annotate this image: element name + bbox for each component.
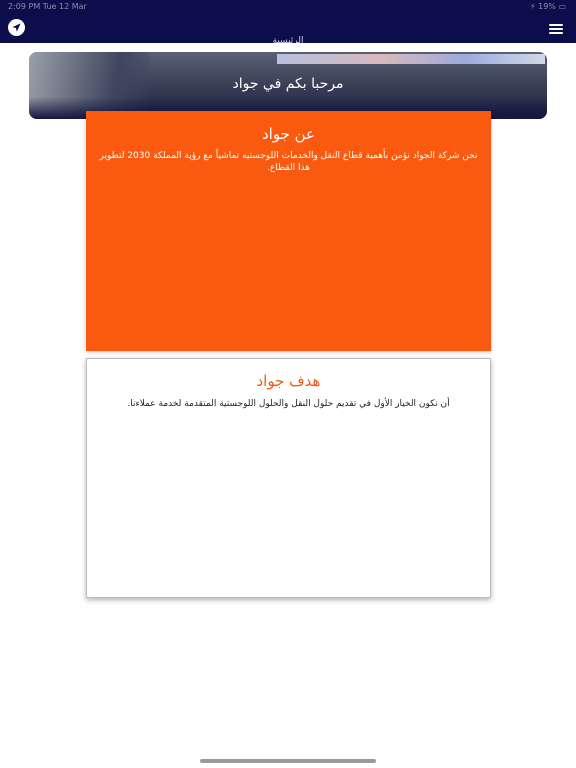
- banner-truck-stripe: [277, 54, 545, 64]
- about-body: نحن شركة الجواد نؤمن بأهمية قطاع النقل و…: [99, 151, 478, 173]
- menu-button[interactable]: [549, 24, 563, 34]
- goal-body: أن نكون الخيار الأول في تقديم حلول النقل…: [127, 399, 450, 409]
- hamburger-menu-icon: [549, 24, 563, 26]
- about-title: عن جواد: [261, 125, 315, 143]
- app-screen: 2:09 PM Tue 12 Mar ⚡ 19% ▭ الرئيسية مرحب…: [0, 0, 576, 768]
- goal-card: هدف جواد أن نكون الخيار الأول في تقديم ح…: [86, 358, 491, 598]
- hamburger-menu-icon: [549, 28, 563, 30]
- navigation-arrow-icon: [12, 23, 21, 32]
- home-indicator[interactable]: [200, 759, 376, 763]
- hamburger-menu-icon: [549, 32, 563, 34]
- status-battery: ⚡ 19% ▭: [529, 2, 566, 11]
- status-time-date: 2:09 PM Tue 12 Mar: [8, 2, 87, 11]
- welcome-banner: مرحبا بكم في جواد: [29, 52, 547, 119]
- top-navigation-bar: 2:09 PM Tue 12 Mar ⚡ 19% ▭ الرئيسية: [0, 0, 576, 43]
- page-title: الرئيسية: [272, 36, 304, 43]
- about-card: عن جواد نحن شركة الجواد نؤمن بأهمية قطاع…: [86, 111, 491, 351]
- welcome-text: مرحبا بكم في جواد: [232, 76, 344, 92]
- goal-title: هدف جواد: [256, 372, 321, 390]
